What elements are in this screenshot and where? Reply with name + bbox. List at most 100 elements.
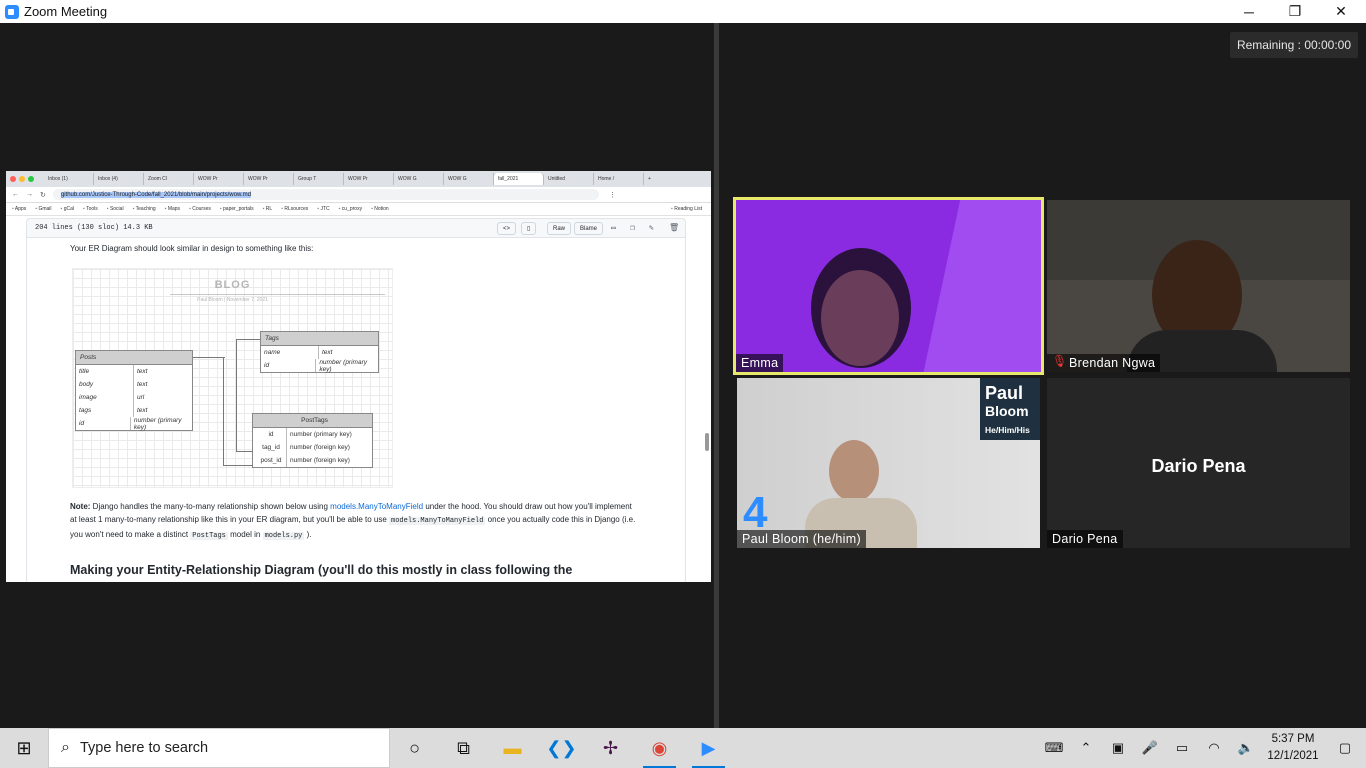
note-code-2: PostTags — [190, 532, 228, 540]
close-button[interactable]: ✕ — [1318, 0, 1364, 23]
connector-posts-to-posttags — [223, 465, 253, 466]
note-bold: Note: — [70, 502, 91, 511]
bookmark-item[interactable]: gCal — [61, 206, 74, 212]
code-view-button[interactable]: <> — [497, 222, 517, 235]
entity-posttags: PostTags id number (primary key) tag_id num… — [252, 413, 373, 468]
bookmark-item[interactable]: Social — [107, 206, 124, 212]
minimize-button[interactable]: ─ — [1226, 0, 1272, 23]
edit-icon[interactable]: ✎ — [649, 223, 654, 233]
url-field[interactable]: github.com/Justice-Through-Code/fall_202… — [52, 189, 599, 200]
browser-tab[interactable]: Inbox (1) — [44, 173, 94, 185]
forward-icon[interactable]: → — [26, 191, 33, 198]
er-diagram: BLOG Paul Bloom | November 7, 2021 Posts… — [72, 268, 393, 488]
browser-tab[interactable]: WOW Pr — [244, 173, 294, 185]
wifi-icon[interactable]: ◠ — [1198, 728, 1230, 768]
entity-field-row: image url — [76, 391, 192, 404]
task-view-icon[interactable]: ⧉ — [439, 728, 488, 768]
chrome-icon[interactable]: ◉ — [635, 728, 684, 768]
browser-tab[interactable]: Home / — [594, 173, 644, 185]
file-info: 204 lines (130 sloc) 14.3 KB — [35, 224, 153, 232]
bookmark-item[interactable]: Gmail — [35, 206, 51, 212]
video-tile-dario[interactable]: Dario Pena Dario Pena — [1047, 378, 1350, 548]
notifications-icon[interactable]: ▢ — [1324, 728, 1366, 768]
bookmark-item[interactable]: cu_proxy — [339, 206, 362, 212]
connector-tags — [236, 339, 260, 340]
system-clock[interactable]: 5:37 PM 12/1/2021 — [1262, 731, 1324, 765]
file-explorer-icon[interactable]: ▬ — [488, 728, 537, 768]
bookmark-item[interactable]: Maps — [165, 206, 180, 212]
reading-list[interactable]: Reading List — [671, 206, 702, 212]
cortana-icon[interactable]: ○ — [390, 728, 439, 768]
raw-button[interactable]: Raw — [547, 222, 572, 235]
browser-tab[interactable]: WOW G — [444, 173, 494, 185]
field-type: text — [137, 407, 148, 414]
copy-icon[interactable]: ❐ — [630, 223, 635, 233]
back-icon[interactable]: ← — [12, 191, 19, 198]
bookmark-item[interactable]: paper_portals — [220, 206, 254, 212]
reload-icon[interactable]: ↻ — [40, 191, 46, 199]
browser-tab[interactable]: WOW Pr — [344, 173, 394, 185]
field-type: text — [322, 349, 333, 356]
entity-posttags-name: PostTags — [253, 414, 372, 428]
keyboard-layout-icon[interactable]: ⌨ — [1038, 728, 1070, 768]
field-name: id — [253, 428, 287, 441]
microphone-icon[interactable]: 🎤 — [1134, 728, 1166, 768]
bookmark-item[interactable]: Apps — [12, 206, 26, 212]
slack-icon[interactable]: ✢ — [586, 728, 635, 768]
video-tile-emma[interactable]: Emma — [733, 197, 1044, 375]
bookmark-item[interactable]: Tools — [83, 206, 98, 212]
entity-field-row: name text — [261, 346, 378, 359]
shared-scrollbar[interactable] — [705, 433, 709, 451]
volume-icon[interactable]: 🔈 — [1230, 728, 1262, 768]
participant-face — [829, 440, 879, 502]
zoom-taskbar-icon[interactable]: ▶ — [684, 728, 733, 768]
many-to-many-link[interactable]: models.ManyToManyField — [330, 502, 423, 511]
bookmark-item[interactable]: RLsources — [281, 206, 308, 212]
show-hidden-icons-chevron-up-icon[interactable]: ⌃ — [1070, 728, 1102, 768]
preview-button[interactable]: ▯ — [521, 222, 537, 235]
window-title: Zoom Meeting — [24, 4, 108, 19]
field-name: name — [261, 346, 319, 359]
battery-icon[interactable]: ▭ — [1166, 728, 1198, 768]
django-note: Note: Django handles the many-to-many re… — [70, 500, 640, 543]
er-blog-title: BLOG — [214, 279, 251, 291]
blame-button[interactable]: Blame — [574, 222, 604, 235]
connector-posts — [193, 357, 225, 358]
vscode-icon[interactable]: ❮❯ — [537, 728, 586, 768]
browser-tab[interactable]: Inbox (4) — [94, 173, 144, 185]
bookmark-item[interactable]: Courses — [189, 206, 211, 212]
windows-start-icon[interactable]: ⊞ — [0, 728, 48, 768]
browser-tab[interactable]: WOW G — [394, 173, 444, 185]
github-file-header: 204 lines (130 sloc) 14.3 KB <> ▯ Raw Bl… — [26, 218, 686, 238]
split-divider[interactable] — [714, 23, 719, 728]
entity-posttags-rows: id number (primary key) tag_id number (fore… — [253, 428, 372, 467]
bookmark-item[interactable]: Teaching — [133, 206, 156, 212]
video-tile-brendan[interactable]: Brendan Ngwa 🎙 — [1047, 200, 1350, 372]
extensions-icon[interactable]: ⋮ — [609, 191, 616, 199]
note-code-1: models.ManyToManyField — [389, 517, 486, 525]
field-name: post_id — [253, 454, 287, 467]
desktop-icon[interactable]: ▭ — [611, 223, 616, 233]
meet-now-icon[interactable]: ▣ — [1102, 728, 1134, 768]
delete-icon[interactable]: 🗑 — [669, 223, 679, 233]
browser-tab[interactable]: Untitled — [544, 173, 594, 185]
bookmark-item[interactable]: JTC — [317, 206, 329, 212]
mac-minimize-dot — [19, 176, 25, 182]
taskbar-search-box[interactable]: ⌕ Type here to search — [48, 728, 390, 768]
browser-tab[interactable]: WOW Pr — [194, 173, 244, 185]
search-icon: ⌕ — [61, 739, 70, 756]
bookmark-list: Apps Gmail gCal Tools Social Teaching Maps Cour… — [12, 206, 398, 212]
participant-name: Emma — [736, 354, 784, 372]
browser-tabs: Inbox (1) Inbox (4) Zoom Cl WOW Pr WOW Pr Gro… — [44, 173, 644, 185]
browser-tab[interactable]: Group T — [294, 173, 344, 185]
bookmarks-bar: Apps Gmail gCal Tools Social Teaching Maps Cour… — [6, 203, 711, 216]
browser-tab[interactable]: fall_2021 — [494, 173, 544, 185]
bookmark-item[interactable]: RL — [263, 206, 272, 212]
entity-tags-name: Tags — [261, 332, 378, 346]
bookmark-item[interactable]: Notion — [371, 206, 388, 212]
browser-tab[interactable]: Zoom Cl — [144, 173, 194, 185]
new-tab-button[interactable]: + — [644, 173, 660, 185]
restore-button[interactable]: ❐ — [1272, 0, 1318, 23]
video-tile-paul[interactable]: Paul Bloom He/Him/His 4 Paul Bloom (he/h… — [737, 378, 1040, 548]
shared-screen[interactable]: Inbox (1) Inbox (4) Zoom Cl WOW Pr WOW Pr Gro… — [6, 171, 711, 582]
